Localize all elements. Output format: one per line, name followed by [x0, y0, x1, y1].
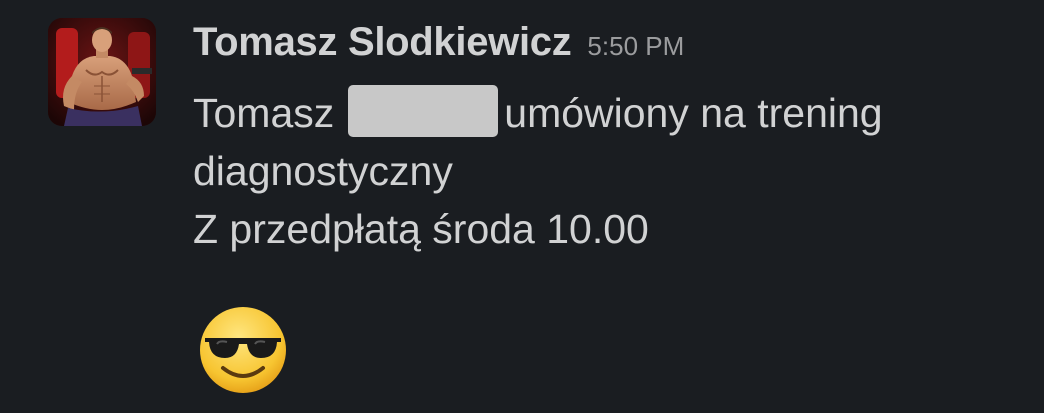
- message-line-1: Tomasz umówiony na trening: [193, 84, 1013, 142]
- avatar-photo: [48, 18, 156, 126]
- message-line-3: Z przedpłatą środa 10.00: [193, 206, 649, 252]
- message-line-2: diagnostyczny: [193, 148, 453, 194]
- smiling-face-with-sunglasses-icon: [197, 304, 289, 396]
- avatar[interactable]: [48, 18, 156, 126]
- timestamp[interactable]: 5:50 PM: [587, 31, 684, 62]
- line1-before: Tomasz: [193, 90, 335, 136]
- sender-name[interactable]: Tomasz Slodkiewicz: [193, 20, 572, 65]
- message-body: Tomasz umówiony na trening diagnostyczny …: [193, 84, 1013, 258]
- redacted-name: [348, 85, 499, 137]
- line1-after: umówiony na trening: [504, 90, 883, 136]
- chat-message: Tomasz Slodkiewicz 5:50 PM Tomasz umówion…: [0, 0, 1044, 413]
- message-header: Tomasz Slodkiewicz 5:50 PM: [193, 20, 684, 76]
